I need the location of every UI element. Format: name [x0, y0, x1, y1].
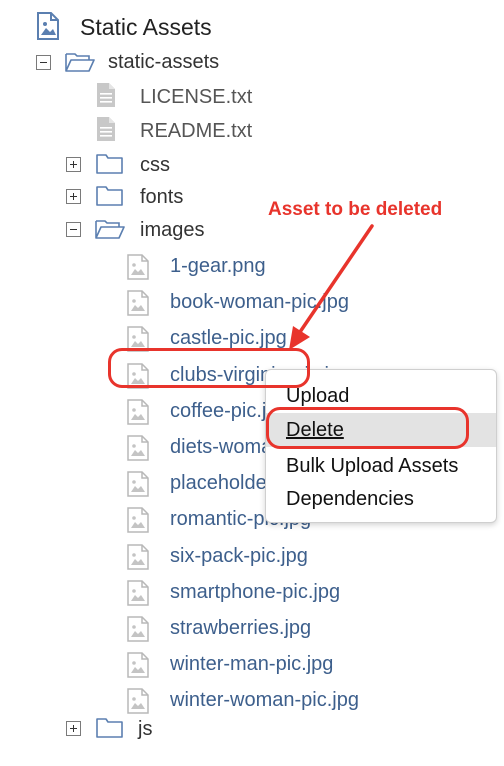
- image-file-icon: [127, 544, 149, 570]
- image-file-icon: [127, 290, 149, 316]
- image-file-icon: [127, 688, 149, 714]
- annotation-label: Asset to be deleted: [268, 199, 443, 220]
- image-file-icon: [127, 507, 149, 533]
- file-license[interactable]: LICENSE.txt: [140, 86, 252, 109]
- folder-static-assets[interactable]: static-assets: [108, 51, 219, 74]
- folder-fonts[interactable]: fonts: [140, 186, 183, 209]
- delete-highlight-outline: [266, 407, 469, 449]
- menu-item-label: Bulk Upload Assets: [286, 454, 459, 477]
- image-file-item[interactable]: 1-gear.png: [170, 255, 266, 278]
- image-file-icon: [127, 435, 149, 461]
- expand-fonts-toggle[interactable]: [66, 189, 81, 204]
- menu-item-label: Dependencies: [286, 487, 414, 510]
- image-file-icon: [127, 471, 149, 497]
- folder-js[interactable]: js: [138, 718, 152, 741]
- folder-icon: [96, 154, 123, 174]
- image-file-item[interactable]: book-woman-pic.jpg: [170, 291, 349, 314]
- folder-icon: [96, 718, 123, 738]
- file-readme[interactable]: README.txt: [140, 120, 252, 143]
- expand-js-toggle[interactable]: [66, 721, 81, 736]
- menu-item-dependencies[interactable]: Dependencies: [266, 482, 496, 516]
- collapse-static-assets-toggle[interactable]: [36, 55, 51, 70]
- page-title: Static Assets: [80, 14, 212, 40]
- image-file-item[interactable]: six-pack-pic.jpg: [170, 545, 308, 568]
- folder-icon: [96, 186, 123, 206]
- image-file-icon: [127, 399, 149, 425]
- menu-item-bulk-upload-assets[interactable]: Bulk Upload Assets: [266, 449, 496, 483]
- image-file-icon: [127, 616, 149, 642]
- text-file-icon: [97, 83, 115, 107]
- folder-css[interactable]: css: [140, 154, 170, 177]
- image-file-item[interactable]: winter-woman-pic.jpg: [170, 689, 359, 712]
- image-file-icon: [127, 254, 149, 280]
- asset-highlight-outline: [108, 348, 310, 388]
- image-file-item[interactable]: strawberries.jpg: [170, 617, 311, 640]
- assets-page-icon: [37, 12, 59, 40]
- folder-images[interactable]: images: [140, 219, 204, 242]
- image-file-item[interactable]: smartphone-pic.jpg: [170, 581, 340, 604]
- collapse-images-toggle[interactable]: [66, 222, 81, 237]
- image-file-icon: [127, 580, 149, 606]
- image-file-icon: [127, 652, 149, 678]
- static-assets-panel: Static Assets static-assets LICENSE.txt …: [0, 0, 504, 766]
- image-file-item[interactable]: castle-pic.jpg: [170, 327, 287, 350]
- text-file-icon: [97, 117, 115, 141]
- folder-open-icon: [65, 53, 95, 72]
- folder-open-icon: [95, 220, 125, 239]
- image-file-item[interactable]: winter-man-pic.jpg: [170, 653, 333, 676]
- expand-css-toggle[interactable]: [66, 157, 81, 172]
